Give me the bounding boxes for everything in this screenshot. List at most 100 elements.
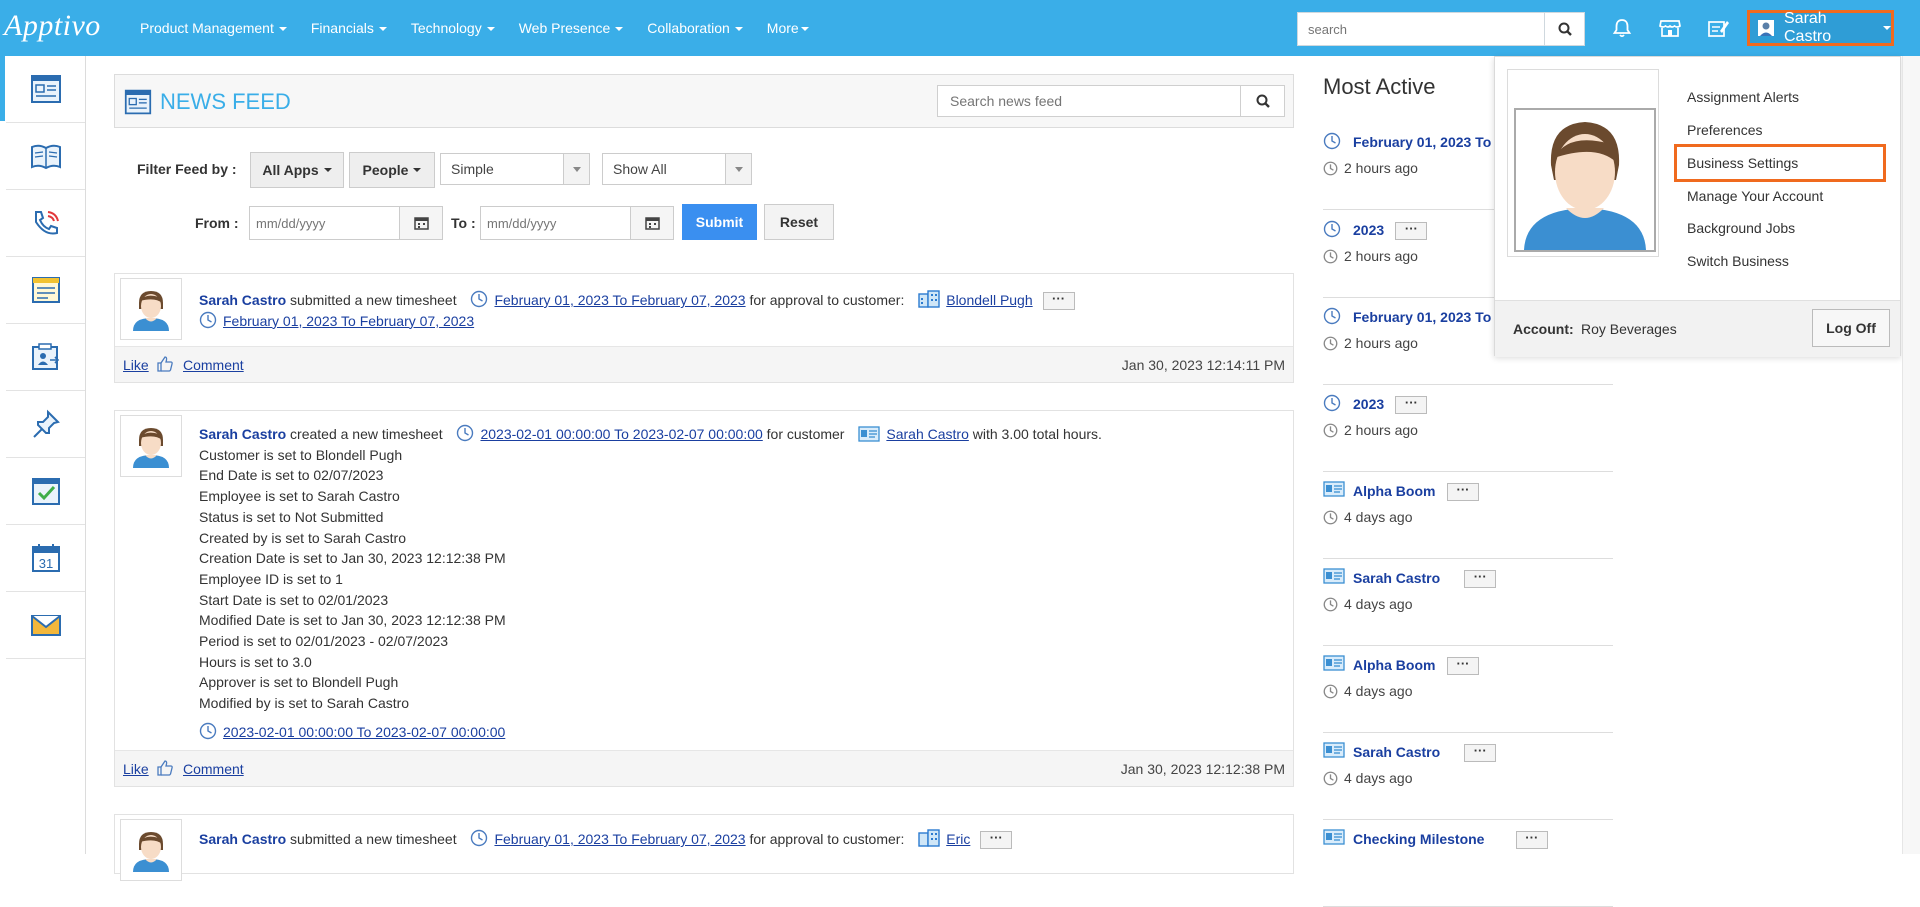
most-active-title: Most Active xyxy=(1323,74,1436,99)
call-log-icon xyxy=(34,211,59,235)
clock-icon xyxy=(199,722,217,740)
address-book-icon xyxy=(30,144,61,170)
assignment-alerts-link[interactable]: Assignment Alerts xyxy=(1687,89,1799,105)
most-active-item: Alpha Boom ··· 4 days ago xyxy=(1323,645,1613,733)
most-active-item: Sarah Castro ··· 4 days ago xyxy=(1323,558,1613,646)
global-search-button[interactable] xyxy=(1545,12,1585,46)
more-options-button[interactable]: ··· xyxy=(1395,396,1428,414)
most-active-link[interactable]: 2023 xyxy=(1353,222,1384,238)
clock-icon xyxy=(1323,394,1341,415)
all-apps-dropdown[interactable]: All Apps xyxy=(250,152,344,188)
apptivo-logo[interactable]: Apptivo xyxy=(4,9,101,43)
customer-link[interactable]: Blondell Pugh xyxy=(946,292,1032,308)
person-avatar-icon xyxy=(133,832,169,872)
to-date-picker-button[interactable] xyxy=(630,206,674,240)
customer-link[interactable]: Sarah Castro xyxy=(886,426,968,442)
time-icon xyxy=(1323,510,1338,528)
more-options-button[interactable]: ··· xyxy=(1395,222,1428,240)
more-options-button[interactable]: ··· xyxy=(980,831,1013,850)
menu-web-presence[interactable]: Web Presence xyxy=(519,20,624,36)
sidebar-item-call-log[interactable] xyxy=(6,190,85,257)
most-active-link[interactable]: Sarah Castro xyxy=(1353,570,1440,586)
log-off-button[interactable]: Log Off xyxy=(1812,309,1890,347)
feed-item: Sarah Castro submitted a new timesheet F… xyxy=(114,273,1294,383)
sidebar-item-address-book[interactable] xyxy=(6,123,85,190)
user-menu-button[interactable]: Sarah Castro xyxy=(1747,10,1894,46)
show-filter-select[interactable]: Show All xyxy=(602,153,752,185)
timesheet-sub-link[interactable]: February 01, 2023 To February 07, 2023 xyxy=(223,313,474,329)
most-active-link[interactable]: February 01, 2023 To xyxy=(1353,134,1491,150)
like-link[interactable]: Like xyxy=(123,357,149,373)
most-active-link[interactable]: Alpha Boom xyxy=(1353,483,1435,499)
more-options-button[interactable]: ··· xyxy=(1464,570,1497,588)
from-date-input[interactable] xyxy=(249,206,400,240)
sidebar-item-tasks[interactable] xyxy=(6,458,85,525)
background-jobs-link[interactable]: Background Jobs xyxy=(1687,220,1795,236)
most-active-time: 2 hours ago xyxy=(1344,248,1418,264)
from-date-picker-button[interactable] xyxy=(399,206,443,240)
page-scrollbar[interactable] xyxy=(1902,56,1920,854)
timesheet-link[interactable]: February 01, 2023 To February 07, 2023 xyxy=(494,831,745,847)
to-date-input[interactable] xyxy=(480,206,631,240)
time-icon xyxy=(1323,161,1338,179)
thumbs-up-icon[interactable] xyxy=(156,759,174,777)
preferences-link[interactable]: Preferences xyxy=(1687,122,1762,138)
menu-product-management[interactable]: Product Management xyxy=(140,20,287,36)
most-active-link[interactable]: 2023 xyxy=(1353,396,1384,412)
detail-line: Start Date is set to 02/01/2023 xyxy=(199,591,389,608)
comment-link[interactable]: Comment xyxy=(183,357,244,373)
most-active-link[interactable]: February 01, 2023 To xyxy=(1353,309,1491,325)
notifications-bell-icon[interactable] xyxy=(1608,14,1636,42)
sidebar-item-pinned[interactable] xyxy=(6,391,85,458)
user-avatar[interactable] xyxy=(120,819,182,881)
most-active-link[interactable]: Checking Milestone xyxy=(1353,831,1484,847)
timesheet-sub-link[interactable]: 2023-02-01 00:00:00 To 2023-02-07 00:00:… xyxy=(223,724,505,740)
more-options-button[interactable]: ··· xyxy=(1464,744,1497,762)
menu-technology[interactable]: Technology xyxy=(411,20,495,36)
menu-financials[interactable]: Financials xyxy=(311,20,387,36)
news-feed-search-input[interactable] xyxy=(937,85,1241,117)
news-feed-icon xyxy=(30,75,61,103)
most-active-link[interactable]: Alpha Boom xyxy=(1353,657,1435,673)
sidebar-item-notes[interactable] xyxy=(6,257,85,324)
manage-account-link[interactable]: Manage Your Account xyxy=(1687,188,1823,204)
more-options-button[interactable]: ··· xyxy=(1447,483,1479,501)
customer-link[interactable]: Eric xyxy=(946,831,970,847)
sidebar-item-calendar[interactable]: 31 xyxy=(6,525,85,592)
tasks-edit-icon[interactable] xyxy=(1704,14,1732,42)
menu-collaboration[interactable]: Collaboration xyxy=(647,20,743,36)
business-settings-link[interactable]: Business Settings xyxy=(1687,155,1798,171)
more-options-button[interactable]: ··· xyxy=(1447,657,1479,675)
view-mode-select[interactable]: Simple xyxy=(440,153,590,185)
post-action-text: created a new timesheet xyxy=(290,426,443,442)
people-dropdown[interactable]: People xyxy=(349,152,435,188)
post-user-link[interactable]: Sarah Castro xyxy=(199,831,286,847)
global-search-input[interactable] xyxy=(1297,12,1545,46)
sidebar-item-contacts[interactable] xyxy=(6,324,85,391)
post-user-link[interactable]: Sarah Castro xyxy=(199,426,286,442)
user-avatar[interactable] xyxy=(120,415,182,477)
more-options-button[interactable]: ··· xyxy=(1515,831,1548,849)
submit-button[interactable]: Submit xyxy=(682,204,757,240)
timesheet-link[interactable]: February 01, 2023 To February 07, 2023 xyxy=(494,292,745,308)
more-options-button[interactable]: ··· xyxy=(1042,292,1075,311)
to-label: To : xyxy=(451,215,476,231)
sidebar-item-email[interactable] xyxy=(6,592,85,659)
sidebar-item-news-feed[interactable] xyxy=(6,56,85,123)
post-user-link[interactable]: Sarah Castro xyxy=(199,292,286,308)
profile-photo[interactable] xyxy=(1514,108,1656,252)
app-sidebar: 31 xyxy=(0,56,86,854)
like-link[interactable]: Like xyxy=(123,761,149,777)
comment-link[interactable]: Comment xyxy=(183,761,244,777)
email-icon xyxy=(30,615,61,636)
store-icon[interactable] xyxy=(1656,14,1684,42)
switch-business-link[interactable]: Switch Business xyxy=(1687,253,1789,269)
user-avatar[interactable] xyxy=(120,278,182,340)
reset-button[interactable]: Reset xyxy=(764,204,834,240)
timesheet-link[interactable]: 2023-02-01 00:00:00 To 2023-02-07 00:00:… xyxy=(480,426,762,442)
thumbs-up-icon[interactable] xyxy=(156,355,174,373)
news-feed-search-button[interactable] xyxy=(1241,85,1285,117)
clock-icon xyxy=(1323,220,1341,241)
most-active-link[interactable]: Sarah Castro xyxy=(1353,744,1440,760)
menu-more[interactable]: More xyxy=(767,20,809,36)
